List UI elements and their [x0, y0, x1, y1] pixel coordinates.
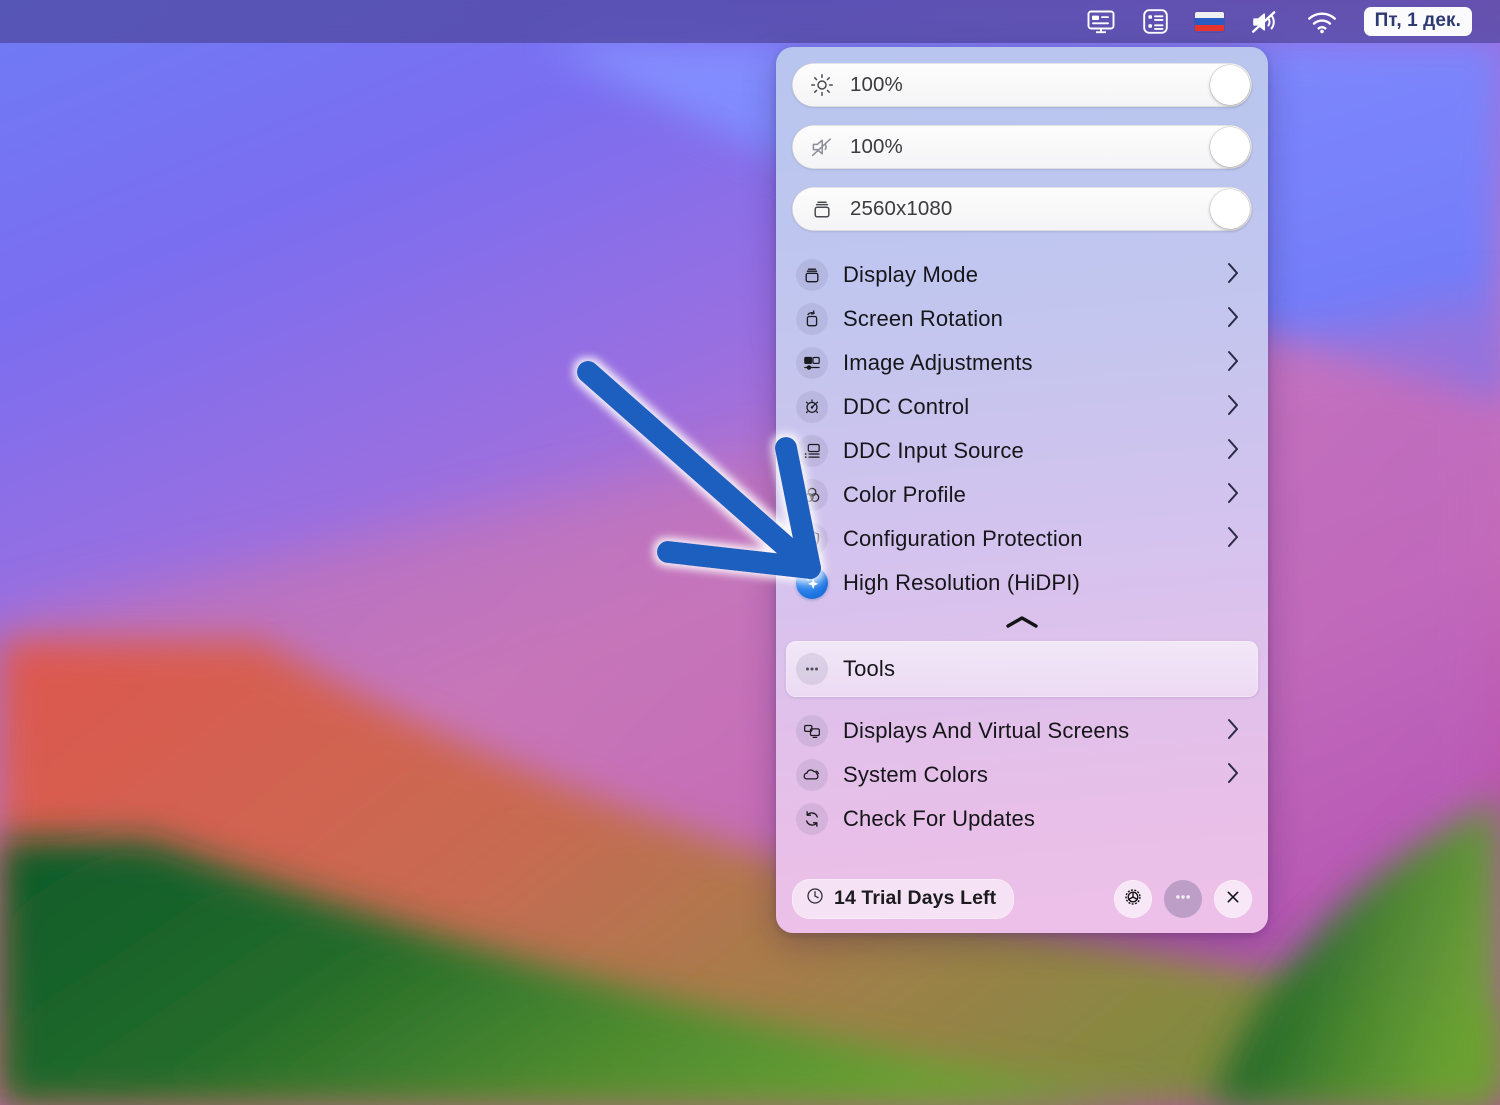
menu-item-label: Tools	[843, 656, 896, 681]
shield-icon	[796, 523, 828, 555]
more-button[interactable]	[1164, 880, 1202, 918]
menu-item-ddc-control[interactable]: DDC Control	[792, 385, 1252, 429]
brightness-icon	[810, 73, 834, 97]
volume-value: 100%	[850, 135, 903, 158]
panel-footer: 14 Trial Days Left	[776, 871, 1268, 933]
trial-badge[interactable]: 14 Trial Days Left	[792, 879, 1015, 919]
desktop-wallpaper	[0, 0, 1500, 1105]
resolution-icon	[810, 197, 834, 221]
chevron-right-icon	[1227, 438, 1240, 465]
ellipsis-icon	[1172, 886, 1194, 913]
menu-item-image-adjustments[interactable]: Image Adjustments	[792, 341, 1252, 385]
resolution-slider-knob[interactable]	[1210, 189, 1250, 229]
resolution-value: 2560x1080	[850, 197, 953, 220]
close-icon	[1223, 887, 1243, 912]
settings-button[interactable]	[1114, 880, 1152, 918]
menu-item-color-profile[interactable]: Color Profile	[792, 473, 1252, 517]
clock-icon	[805, 886, 825, 911]
menu-item-ddc-input-source[interactable]: DDC Input Source	[792, 429, 1252, 473]
sparkle-icon	[796, 567, 828, 599]
chevron-right-icon	[1227, 762, 1240, 789]
menu-item-display-mode[interactable]: Display Mode	[792, 253, 1252, 297]
menu-item-label: Display Mode	[843, 262, 979, 287]
speaker-mute-icon	[810, 135, 834, 159]
gear-icon	[1122, 886, 1144, 913]
menu-item-label: Color Profile	[843, 482, 966, 507]
input-source-icon	[796, 435, 828, 467]
menu-item-displays-and-virtual-screens[interactable]: Displays And Virtual Screens	[792, 709, 1252, 753]
menu-item-system-colors[interactable]: System Colors	[792, 753, 1252, 797]
list-menu-icon[interactable]	[1142, 7, 1169, 37]
menu-item-label: DDC Input Source	[843, 438, 1024, 463]
display-menu-icon[interactable]	[1086, 7, 1116, 37]
menu-item-configuration-protection[interactable]: Configuration Protection	[792, 517, 1252, 561]
volume-slider-knob[interactable]	[1210, 127, 1250, 167]
menu-item-label: Displays And Virtual Screens	[843, 718, 1130, 743]
menu-item-label: High Resolution (HiDPI)	[843, 570, 1080, 595]
menu-item-label: Image Adjustments	[843, 350, 1033, 375]
menu-item-high-resolution-hidpi[interactable]: High Resolution (HiDPI)	[792, 561, 1252, 605]
system-colors-icon	[796, 759, 828, 791]
menu-item-check-for-updates[interactable]: Check For Updates	[792, 797, 1252, 841]
bottom-menu-list: Displays And Virtual Screens System Colo…	[792, 709, 1252, 841]
chevron-right-icon	[1227, 718, 1240, 745]
displays-virtual-icon	[796, 715, 828, 747]
menu-item-screen-rotation[interactable]: Screen Rotation	[792, 297, 1252, 341]
volume-mute-menu-icon[interactable]	[1250, 7, 1280, 37]
menu-item-label: Screen Rotation	[843, 306, 1004, 331]
trial-badge-label: 14 Trial Days Left	[834, 887, 997, 909]
russian-flag-icon	[1194, 11, 1224, 32]
display-mode-icon	[796, 259, 828, 291]
brightness-slider[interactable]: 100%	[792, 63, 1252, 107]
chevron-up-icon	[1004, 614, 1040, 635]
menu-item-label: System Colors	[843, 762, 988, 787]
chevron-right-icon	[1227, 394, 1240, 421]
menu-item-label: Configuration Protection	[843, 526, 1083, 551]
rotate-icon	[796, 303, 828, 335]
color-profile-icon	[796, 479, 828, 511]
display-control-panel: 100% 100% 2560x1080 Display Mode Screen …	[776, 47, 1268, 933]
menu-item-label: Check For Updates	[843, 806, 1036, 831]
chevron-right-icon	[1227, 306, 1240, 333]
chevron-right-icon	[1227, 262, 1240, 289]
collapse-toggle[interactable]	[792, 607, 1252, 641]
image-adjust-icon	[796, 347, 828, 379]
refresh-icon	[796, 803, 828, 835]
ddc-control-icon	[796, 391, 828, 423]
close-button[interactable]	[1214, 880, 1252, 918]
ellipsis-icon	[796, 653, 828, 685]
input-language-flag[interactable]	[1194, 7, 1224, 37]
section-divider	[792, 697, 1252, 705]
brightness-value: 100%	[850, 73, 903, 96]
resolution-slider[interactable]: 2560x1080	[792, 187, 1252, 231]
menu-item-label: DDC Control	[843, 394, 970, 419]
wifi-icon[interactable]	[1306, 7, 1338, 37]
chevron-right-icon	[1227, 482, 1240, 509]
menu-bar: Пт, 1 дек.	[0, 0, 1500, 43]
menu-item-tools[interactable]: Tools	[786, 641, 1258, 697]
volume-slider[interactable]: 100%	[792, 125, 1252, 169]
chevron-right-icon	[1227, 350, 1240, 377]
chevron-right-icon	[1227, 526, 1240, 553]
main-menu-list: Display Mode Screen Rotation Image Adjus…	[792, 253, 1252, 605]
brightness-slider-knob[interactable]	[1210, 65, 1250, 105]
menubar-date[interactable]: Пт, 1 дек.	[1363, 7, 1472, 36]
